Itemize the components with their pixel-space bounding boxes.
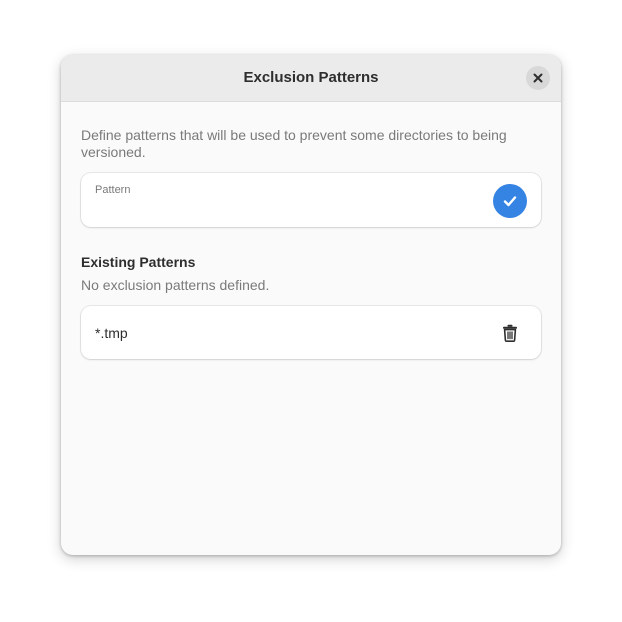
trash-icon <box>503 324 517 342</box>
pattern-entry-label: Pattern <box>95 184 131 196</box>
delete-pattern-button[interactable] <box>495 318 525 348</box>
pattern-entry-row: Pattern <box>81 173 541 227</box>
dialog-description: Define patterns that will be used to pre… <box>81 127 507 160</box>
checkmark-icon <box>503 196 517 207</box>
close-icon <box>533 73 543 83</box>
headerbar: Exclusion Patterns <box>61 55 561 102</box>
add-pattern-button[interactable] <box>493 184 527 218</box>
pattern-row-label: *.tmp <box>95 325 128 341</box>
existing-patterns-heading: Existing Patterns <box>81 254 196 270</box>
patterns-list: *.tmp <box>81 306 541 359</box>
empty-patterns-message: No exclusion patterns defined. <box>81 277 270 293</box>
exclusion-patterns-dialog: Exclusion Patterns Define patterns that … <box>61 55 561 555</box>
dialog-title: Exclusion Patterns <box>243 69 379 86</box>
close-button[interactable] <box>526 66 550 90</box>
pattern-input[interactable] <box>94 199 484 219</box>
